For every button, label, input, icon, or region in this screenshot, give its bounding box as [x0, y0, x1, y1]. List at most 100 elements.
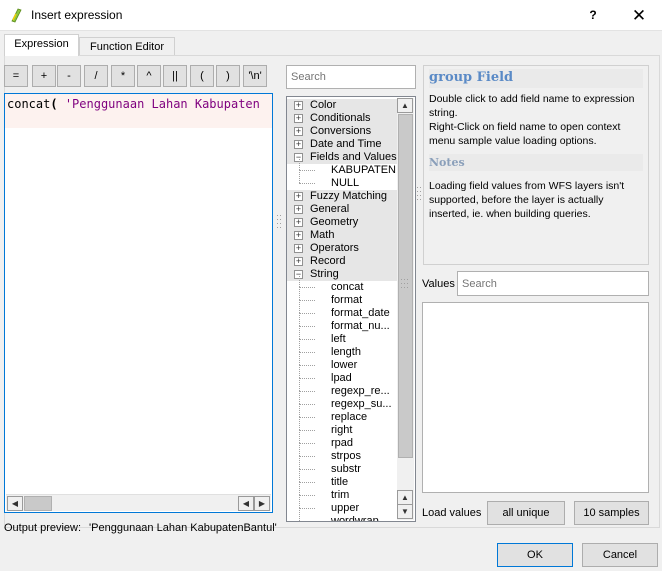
- plus-box-icon[interactable]: +: [294, 192, 303, 201]
- tree-group-label: Color: [310, 99, 337, 111]
- tree-item[interactable]: lpad: [287, 365, 398, 385]
- plus-box-icon[interactable]: +: [294, 114, 303, 123]
- scroll-left-icon[interactable]: ◀: [7, 496, 23, 511]
- operator-close-paren-button[interactable]: ): [216, 65, 240, 87]
- tree-vertical-scrollbar[interactable]: ▲ ▲ ▼: [397, 98, 414, 520]
- help-button[interactable]: ?: [570, 0, 616, 31]
- output-preview-value: 'Penggunaan Lahan KabupatenBantul': [89, 522, 277, 534]
- operator-open-paren-button[interactable]: (: [190, 65, 214, 87]
- tree-item[interactable]: format_nu...: [287, 313, 398, 333]
- values-search-input[interactable]: [457, 271, 649, 296]
- ok-button[interactable]: OK: [497, 543, 573, 567]
- scroll-down-icon[interactable]: ▼: [397, 504, 413, 519]
- tree-group-fields-and-values[interactable]: − Fields and Values: [287, 151, 398, 164]
- splitter-grip-icon[interactable]: [400, 278, 410, 292]
- tree-item[interactable]: concat: [287, 274, 398, 294]
- operator-concat-button[interactable]: ||: [163, 65, 187, 87]
- tree-item[interactable]: regexp_su...: [287, 391, 398, 411]
- editor-current-line[interactable]: concat( 'Penggunaan Lahan Kabupaten: [5, 94, 272, 128]
- tree-connector: [299, 443, 315, 444]
- close-icon[interactable]: ✕: [616, 0, 662, 31]
- tree-connector: [299, 443, 300, 456]
- editor-horizontal-scrollbar[interactable]: ◀ ◀ ▶: [6, 494, 271, 511]
- plus-box-icon[interactable]: +: [294, 101, 303, 110]
- plus-box-icon[interactable]: +: [294, 205, 303, 214]
- tab-function-editor[interactable]: Function Editor: [79, 37, 175, 57]
- tree-connector: [299, 404, 315, 405]
- tree-connector: [299, 339, 315, 340]
- scroll-up-icon[interactable]: ▲: [397, 490, 413, 505]
- cancel-button[interactable]: Cancel: [582, 543, 658, 567]
- tree-group-record[interactable]: + Record: [287, 255, 398, 268]
- tree-item[interactable]: title: [287, 469, 398, 489]
- tree-item-label: lpad: [331, 372, 352, 384]
- tree-connector: [299, 183, 315, 184]
- plus-box-icon[interactable]: +: [294, 140, 303, 149]
- plus-box-icon[interactable]: +: [294, 257, 303, 266]
- splitter-grip-icon[interactable]: [276, 213, 282, 233]
- tree-group-general[interactable]: + General: [287, 203, 398, 216]
- tree-item[interactable]: length: [287, 339, 398, 359]
- output-preview: Output preview: 'Penggunaan Lahan Kabupat…: [4, 522, 277, 534]
- tree-group-conditionals[interactable]: + Conditionals: [287, 112, 398, 125]
- tree-item[interactable]: KABUPATEN: [287, 157, 398, 177]
- plus-box-icon[interactable]: +: [294, 244, 303, 253]
- expression-editor[interactable]: concat( 'Penggunaan Lahan Kabupaten ◀ ◀ …: [4, 93, 273, 513]
- tree-group-label: Geometry: [310, 216, 359, 228]
- operator-minus-button[interactable]: -: [57, 65, 81, 87]
- function-search-input[interactable]: [286, 65, 416, 89]
- splitter-grip-icon[interactable]: [416, 185, 422, 205]
- all-unique-button[interactable]: all unique: [487, 501, 565, 525]
- plus-box-icon[interactable]: +: [294, 231, 303, 240]
- operator-divide-button[interactable]: /: [84, 65, 108, 87]
- tree-group-date-and-time[interactable]: + Date and Time: [287, 138, 398, 151]
- tree-item[interactable]: trim: [287, 482, 398, 502]
- operator-equals-button[interactable]: =: [4, 65, 28, 87]
- values-list[interactable]: [422, 302, 649, 493]
- tree-group-conversions[interactable]: + Conversions: [287, 125, 398, 138]
- tree-connector: [299, 495, 315, 496]
- scroll-up-icon[interactable]: ▲: [397, 98, 413, 113]
- tree-group-string[interactable]: − String: [287, 268, 398, 281]
- tree-item-label: format: [331, 294, 363, 306]
- tree-item[interactable]: wordwrap: [287, 508, 398, 521]
- plus-box-icon[interactable]: +: [294, 127, 303, 136]
- tree-item[interactable]: format: [287, 287, 398, 307]
- tree-item[interactable]: rpad: [287, 430, 398, 450]
- tree-connector: [299, 300, 300, 313]
- plus-box-icon[interactable]: +: [294, 218, 303, 227]
- tree-connector: [299, 495, 300, 508]
- operator-plus-button[interactable]: +: [32, 65, 56, 87]
- tree-item[interactable]: replace: [287, 404, 398, 424]
- function-tree[interactable]: + Color + Conditionals + Conversions + Date and…: [286, 96, 416, 522]
- tree-item[interactable]: strpos: [287, 443, 398, 463]
- tree-connector: [299, 430, 315, 431]
- operator-multiply-button[interactable]: *: [111, 65, 135, 87]
- tree-item[interactable]: upper: [287, 495, 398, 515]
- operator-newline-button[interactable]: '\n': [243, 65, 267, 87]
- help-text-2: Right-Click on field name to open contex…: [429, 121, 621, 147]
- tree-item[interactable]: NULL: [287, 170, 398, 190]
- tree-connector: [299, 326, 315, 327]
- tree-group-color[interactable]: + Color: [287, 99, 398, 112]
- help-notes-title: Notes: [429, 154, 643, 171]
- tree-group-math[interactable]: + Math: [287, 229, 398, 242]
- tree-connector: [299, 482, 315, 483]
- scroll-right-icon[interactable]: ▶: [254, 496, 270, 511]
- tree-item[interactable]: left: [287, 326, 398, 346]
- tab-expression[interactable]: Expression: [4, 34, 79, 56]
- tree-item[interactable]: regexp_re...: [287, 378, 398, 398]
- tree-group-label: Date and Time: [310, 138, 382, 150]
- editor-scroll-thumb[interactable]: [24, 496, 52, 511]
- tree-group-geometry[interactable]: + Geometry: [287, 216, 398, 229]
- tree-item[interactable]: substr: [287, 456, 398, 476]
- tree-item[interactable]: format_date: [287, 300, 398, 320]
- tree-group-operators[interactable]: + Operators: [287, 242, 398, 255]
- operator-power-button[interactable]: ^: [137, 65, 161, 87]
- scroll-left-icon[interactable]: ◀: [238, 496, 254, 511]
- tree-item[interactable]: right: [287, 417, 398, 437]
- title-bar: Insert expression ? ✕: [0, 0, 662, 31]
- tree-item[interactable]: lower: [287, 352, 398, 372]
- ten-samples-button[interactable]: 10 samples: [574, 501, 649, 525]
- tree-group-fuzzy-matching[interactable]: + Fuzzy Matching: [287, 190, 398, 203]
